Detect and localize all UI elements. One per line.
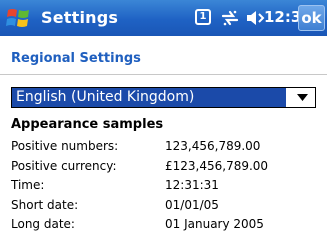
sample-label: Positive currency: [11, 158, 117, 173]
dropdown-arrow-icon[interactable] [290, 88, 315, 107]
sample-value: 01 January 2005 [165, 217, 264, 231]
appearance-samples-list: Positive numbers: 123,456,789.00 Positiv… [11, 137, 311, 235]
volume-icon[interactable] [246, 9, 266, 27]
ok-button[interactable]: ok [298, 5, 325, 31]
header-divider [0, 74, 327, 75]
sample-value: £123,456,789.00 [165, 158, 269, 173]
sample-row-time: Time: 12:31:31 [11, 176, 311, 196]
region-select-value[interactable]: English (United Kingdom) [12, 88, 286, 107]
connectivity-icon[interactable]: 1 [195, 9, 211, 25]
sample-label: Positive numbers: [11, 139, 119, 153]
sample-value: 01/01/05 [165, 197, 219, 212]
region-select[interactable]: English (United Kingdom) [11, 87, 316, 108]
triangle-down-icon [297, 94, 308, 101]
sample-label: Short date: [11, 197, 79, 212]
sample-row-positive-numbers: Positive numbers: 123,456,789.00 [11, 137, 311, 157]
sample-label: Long date: [11, 217, 75, 231]
sample-row-positive-currency: Positive currency: £123,456,789.00 [11, 157, 311, 177]
page-title: Regional Settings [11, 51, 141, 66]
sample-row-long-date: Long date: 01 January 2005 [11, 215, 311, 235]
app-title: Settings [41, 8, 119, 27]
sample-row-short-date: Short date: 01/01/05 [11, 196, 311, 216]
appearance-samples-heading: Appearance samples [11, 117, 164, 132]
sample-value: 123,456,789.00 [165, 139, 261, 153]
sample-label: Time: [11, 178, 45, 192]
title-bar: Settings 1 12:32 ok [0, 0, 327, 36]
sample-value: 12:31:31 [165, 178, 219, 192]
windows-start-icon[interactable] [6, 6, 32, 30]
sync-icon[interactable] [220, 8, 240, 28]
